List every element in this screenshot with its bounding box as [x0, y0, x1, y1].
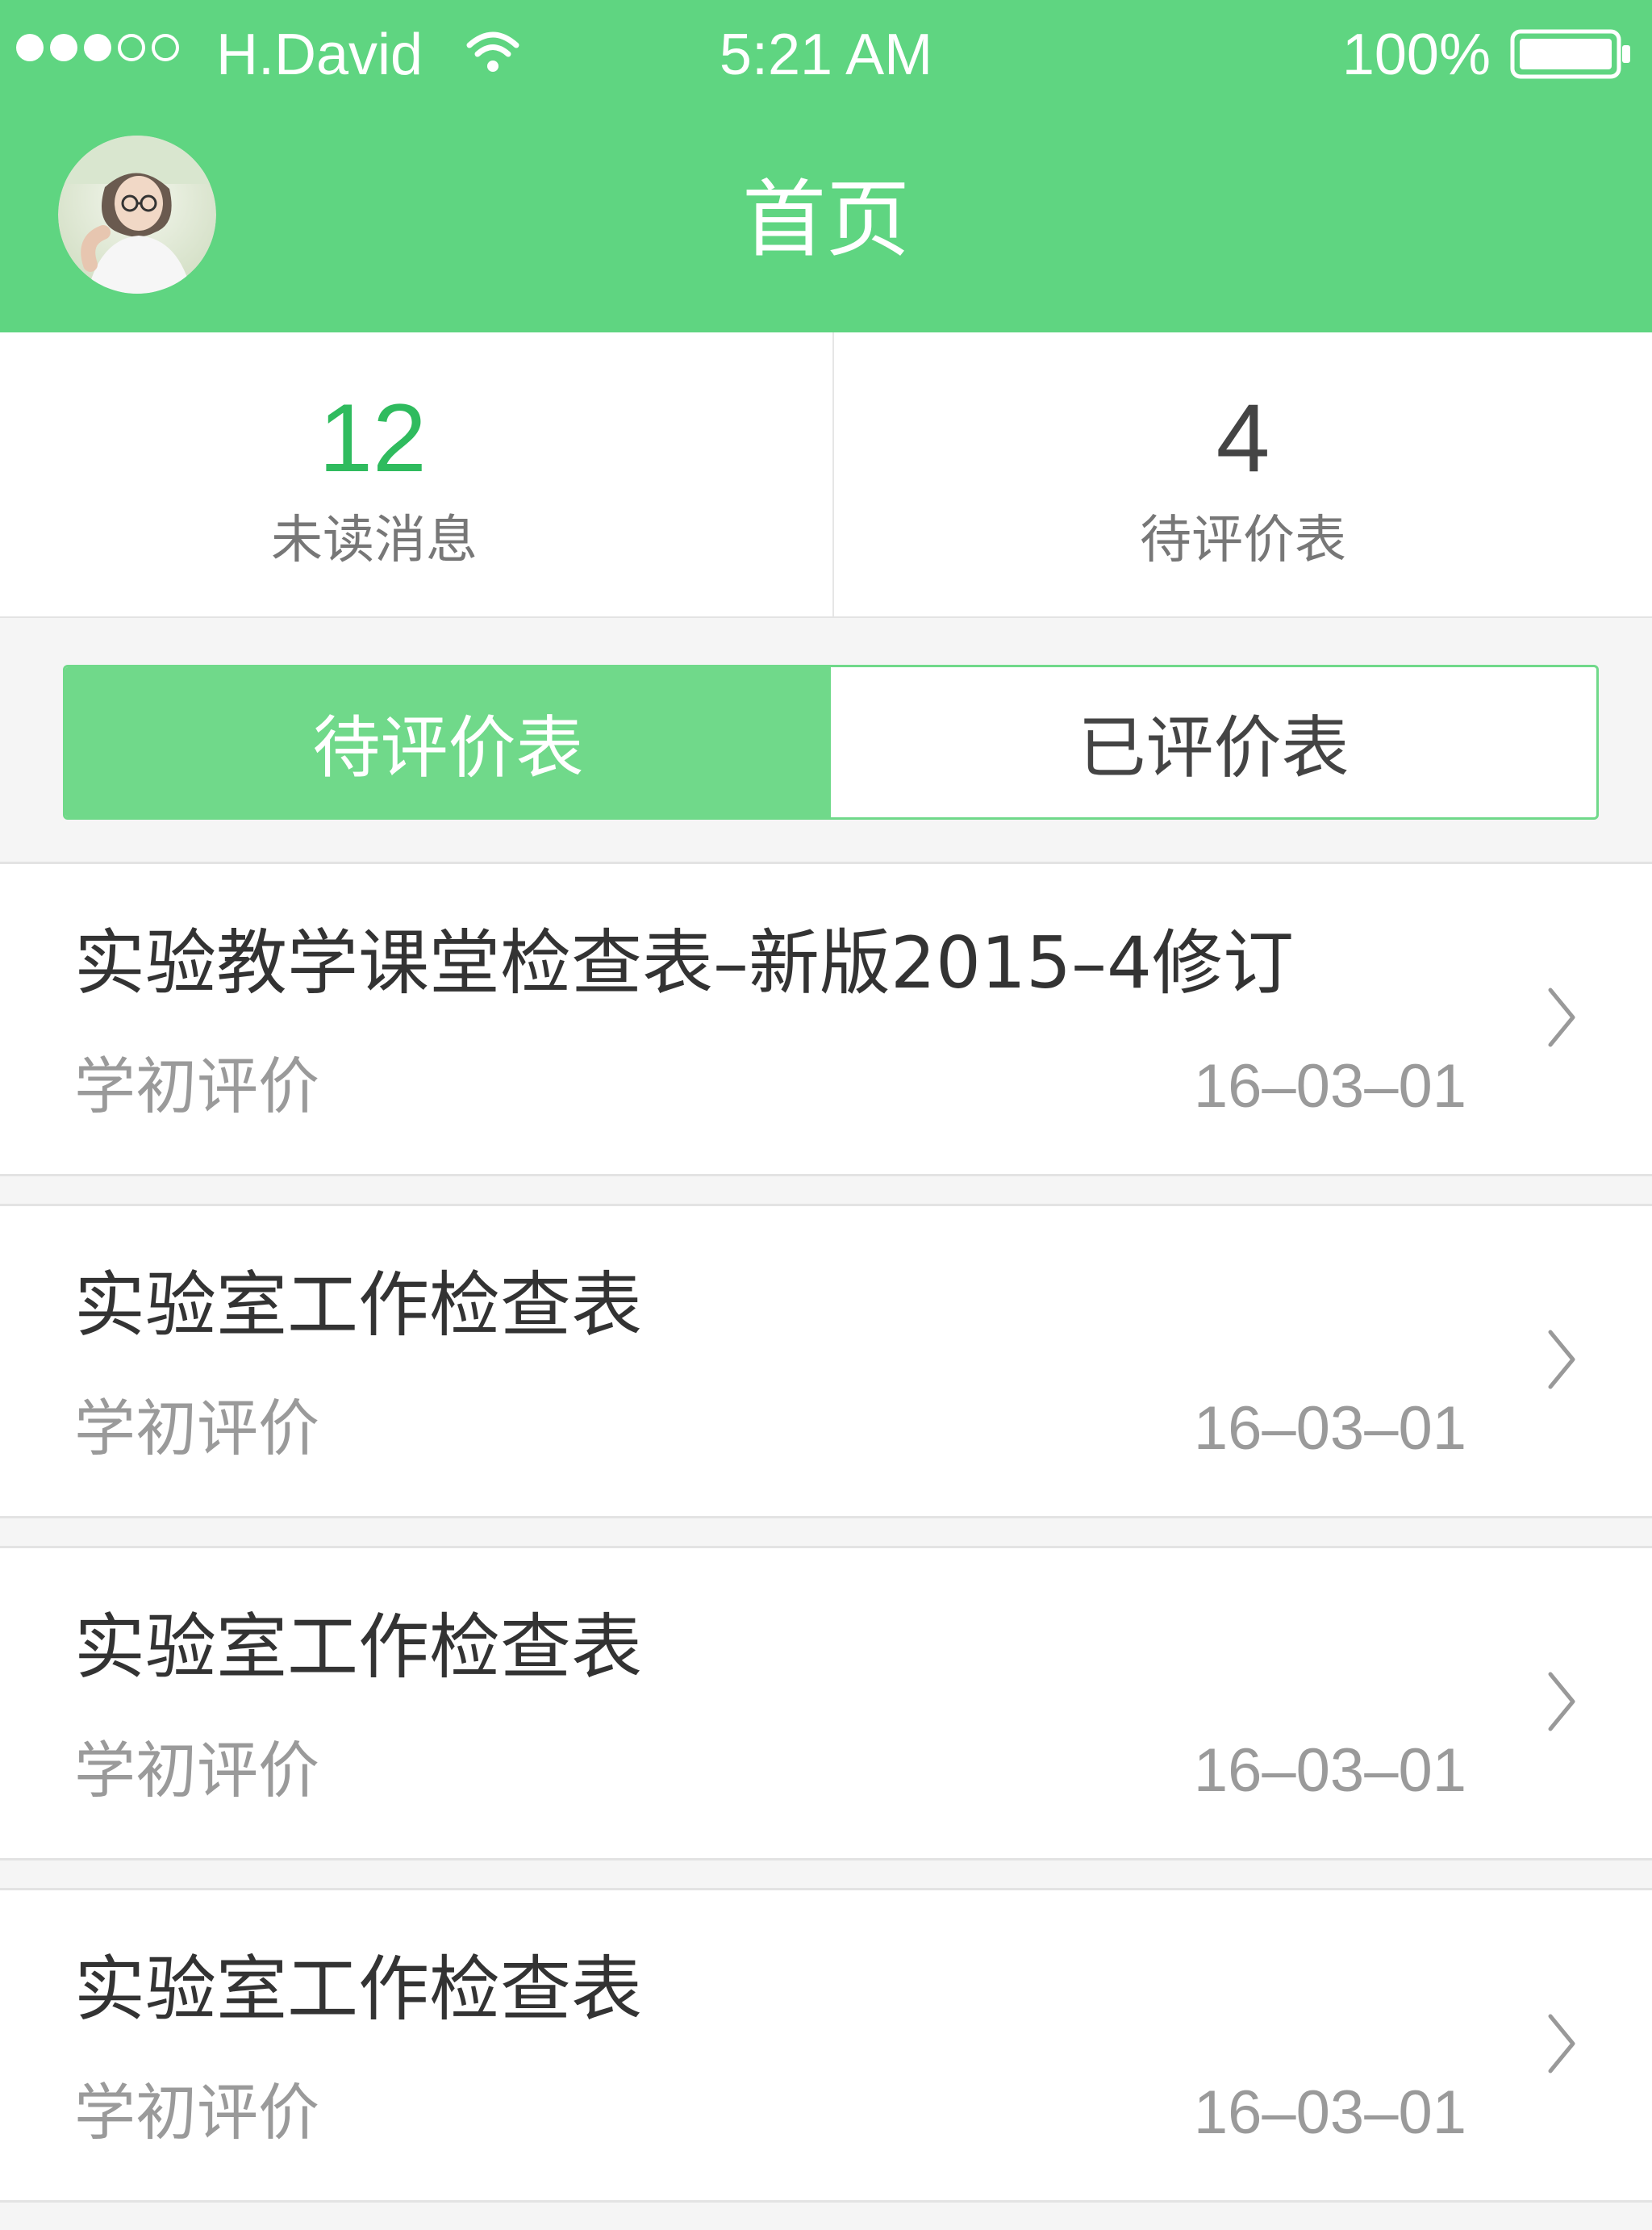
list-item-date: 16–03–01: [1193, 1052, 1466, 1121]
battery-icon: [1510, 29, 1630, 79]
stat-value: 12: [319, 384, 427, 492]
list-item-subtitle: 学初评价: [74, 1393, 319, 1464]
stat-label: 未读消息: [271, 511, 478, 570]
list-item[interactable]: 实验室工作检查表 学初评价 16–03–01: [0, 1888, 1652, 2203]
form-list: 实验教学课堂检查表–新版2015–4修订 学初评价 16–03–01 实验室工作…: [0, 862, 1652, 2230]
list-item-subtitle: 学初评价: [74, 1735, 319, 1806]
tab-pending-forms[interactable]: 待评价表: [65, 667, 831, 817]
list-item[interactable]: 实验室工作检查表 学初评价 16–03–01: [0, 1546, 1652, 1860]
stat-pending-forms[interactable]: 4 待评价表: [834, 332, 1652, 616]
list-item-subtitle: 学初评价: [74, 2077, 319, 2149]
list-item-title: 实验室工作检查表: [74, 1263, 643, 1347]
chevron-right-icon: [1548, 988, 1575, 1047]
stat-unread-messages[interactable]: 12 未读消息: [0, 332, 832, 616]
chevron-right-icon: [1548, 1330, 1575, 1389]
list-item[interactable]: 实验室工作检查表 学初评价 16–03–01: [0, 1204, 1652, 1518]
battery-percent: 100%: [1341, 23, 1491, 87]
list-item-date: 16–03–01: [1193, 1394, 1466, 1463]
segmented-control: 待评价表 已评价表: [63, 665, 1599, 820]
list-item-title: 实验室工作检查表: [74, 1948, 643, 2031]
list-item-title: 实验室工作检查表: [74, 1606, 643, 1689]
status-bar: H.David 5:21 AM 100%: [0, 0, 1652, 105]
chevron-right-icon: [1548, 1672, 1575, 1731]
list-item[interactable]: 实验教学课堂检查表–新版2015–4修订 学初评价 16–03–01: [0, 862, 1652, 1176]
list-item-date: 16–03–01: [1193, 1736, 1466, 1805]
stat-label: 待评价表: [1140, 511, 1346, 570]
list-item-date: 16–03–01: [1193, 2078, 1466, 2147]
app-header: H.David 5:21 AM 100% 首页: [0, 0, 1652, 332]
list-item-subtitle: 学初评价: [74, 1050, 319, 1122]
tab-completed-forms[interactable]: 已评价表: [831, 667, 1596, 817]
page-title: 首页: [741, 170, 910, 269]
stat-value: 4: [1216, 384, 1270, 492]
stats-panel: 12 未读消息 4 待评价表: [0, 332, 1652, 618]
chevron-right-icon: [1548, 2014, 1575, 2073]
list-item-title: 实验教学课堂检查表–新版2015–4修订: [74, 921, 1294, 1004]
